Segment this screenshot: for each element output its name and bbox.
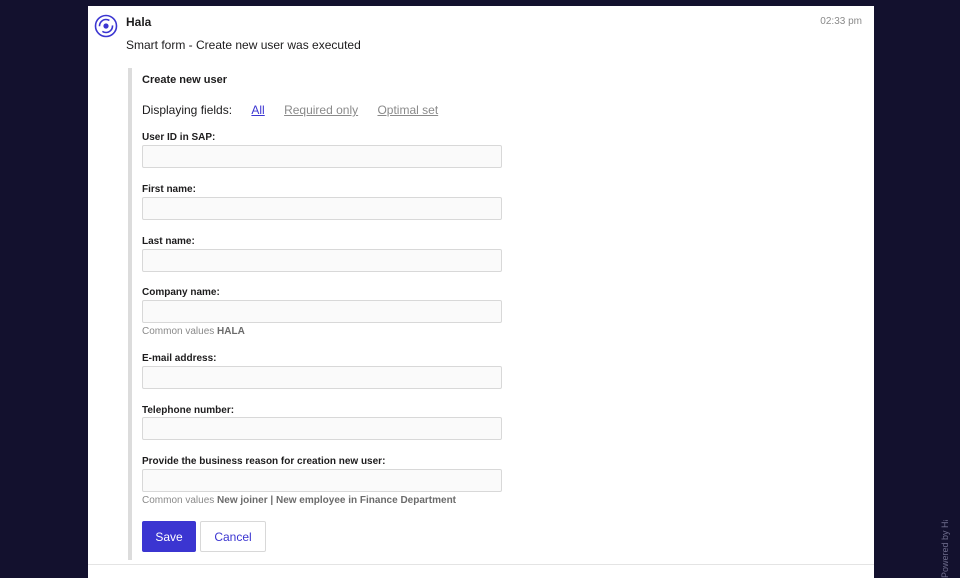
display-fields-label: Displaying fields: xyxy=(142,103,233,117)
chat-message-panel: Hala 02:33 pm Smart form - Create new us… xyxy=(88,6,874,578)
hint-prefix: Common values xyxy=(142,326,215,337)
email-label: E-mail address: xyxy=(142,353,217,364)
hint-prefix: Common values xyxy=(142,495,215,506)
user-id-label: User ID in SAP: xyxy=(142,132,216,143)
business-reason-input[interactable] xyxy=(142,469,502,492)
composer-divider xyxy=(88,564,874,565)
user-id-input[interactable] xyxy=(142,145,502,168)
company-name-hint: Common values HALA xyxy=(142,326,245,337)
telephone-label: Telephone number: xyxy=(142,405,235,416)
message-text: Smart form - Create new user was execute… xyxy=(126,38,361,52)
telephone-input[interactable] xyxy=(142,417,502,440)
sender-name: Hala xyxy=(126,15,152,29)
first-name-input[interactable] xyxy=(142,197,502,220)
cancel-button[interactable]: Cancel xyxy=(200,521,266,552)
business-reason-common-values[interactable]: New joiner | New employee in Finance Dep… xyxy=(217,495,456,506)
last-name-label: Last name: xyxy=(142,236,195,247)
display-option-required-only[interactable]: Required only xyxy=(284,103,358,117)
company-name-input[interactable] xyxy=(142,300,502,323)
form-title: Create new user xyxy=(142,74,227,86)
last-name-input[interactable] xyxy=(142,249,502,272)
message-timestamp: 02:33 pm xyxy=(820,16,862,27)
company-name-common-values[interactable]: HALA xyxy=(217,326,245,337)
powered-by-watermark: Powered by Hala xyxy=(940,520,950,578)
save-button[interactable]: Save xyxy=(142,521,196,552)
display-option-optimal-set[interactable]: Optimal set xyxy=(377,103,438,117)
company-name-label: Company name: xyxy=(142,287,220,298)
display-option-all[interactable]: All xyxy=(251,103,264,117)
display-fields-selector: Displaying fields: All Required only Opt… xyxy=(142,103,438,117)
business-reason-label: Provide the business reason for creation… xyxy=(142,456,386,467)
email-input[interactable] xyxy=(142,366,502,389)
hala-logo-icon xyxy=(94,14,118,38)
first-name-label: First name: xyxy=(142,184,196,195)
create-user-form: Create new user Displaying fields: All R… xyxy=(128,68,558,560)
business-reason-hint: Common values New joiner | New employee … xyxy=(142,495,456,506)
